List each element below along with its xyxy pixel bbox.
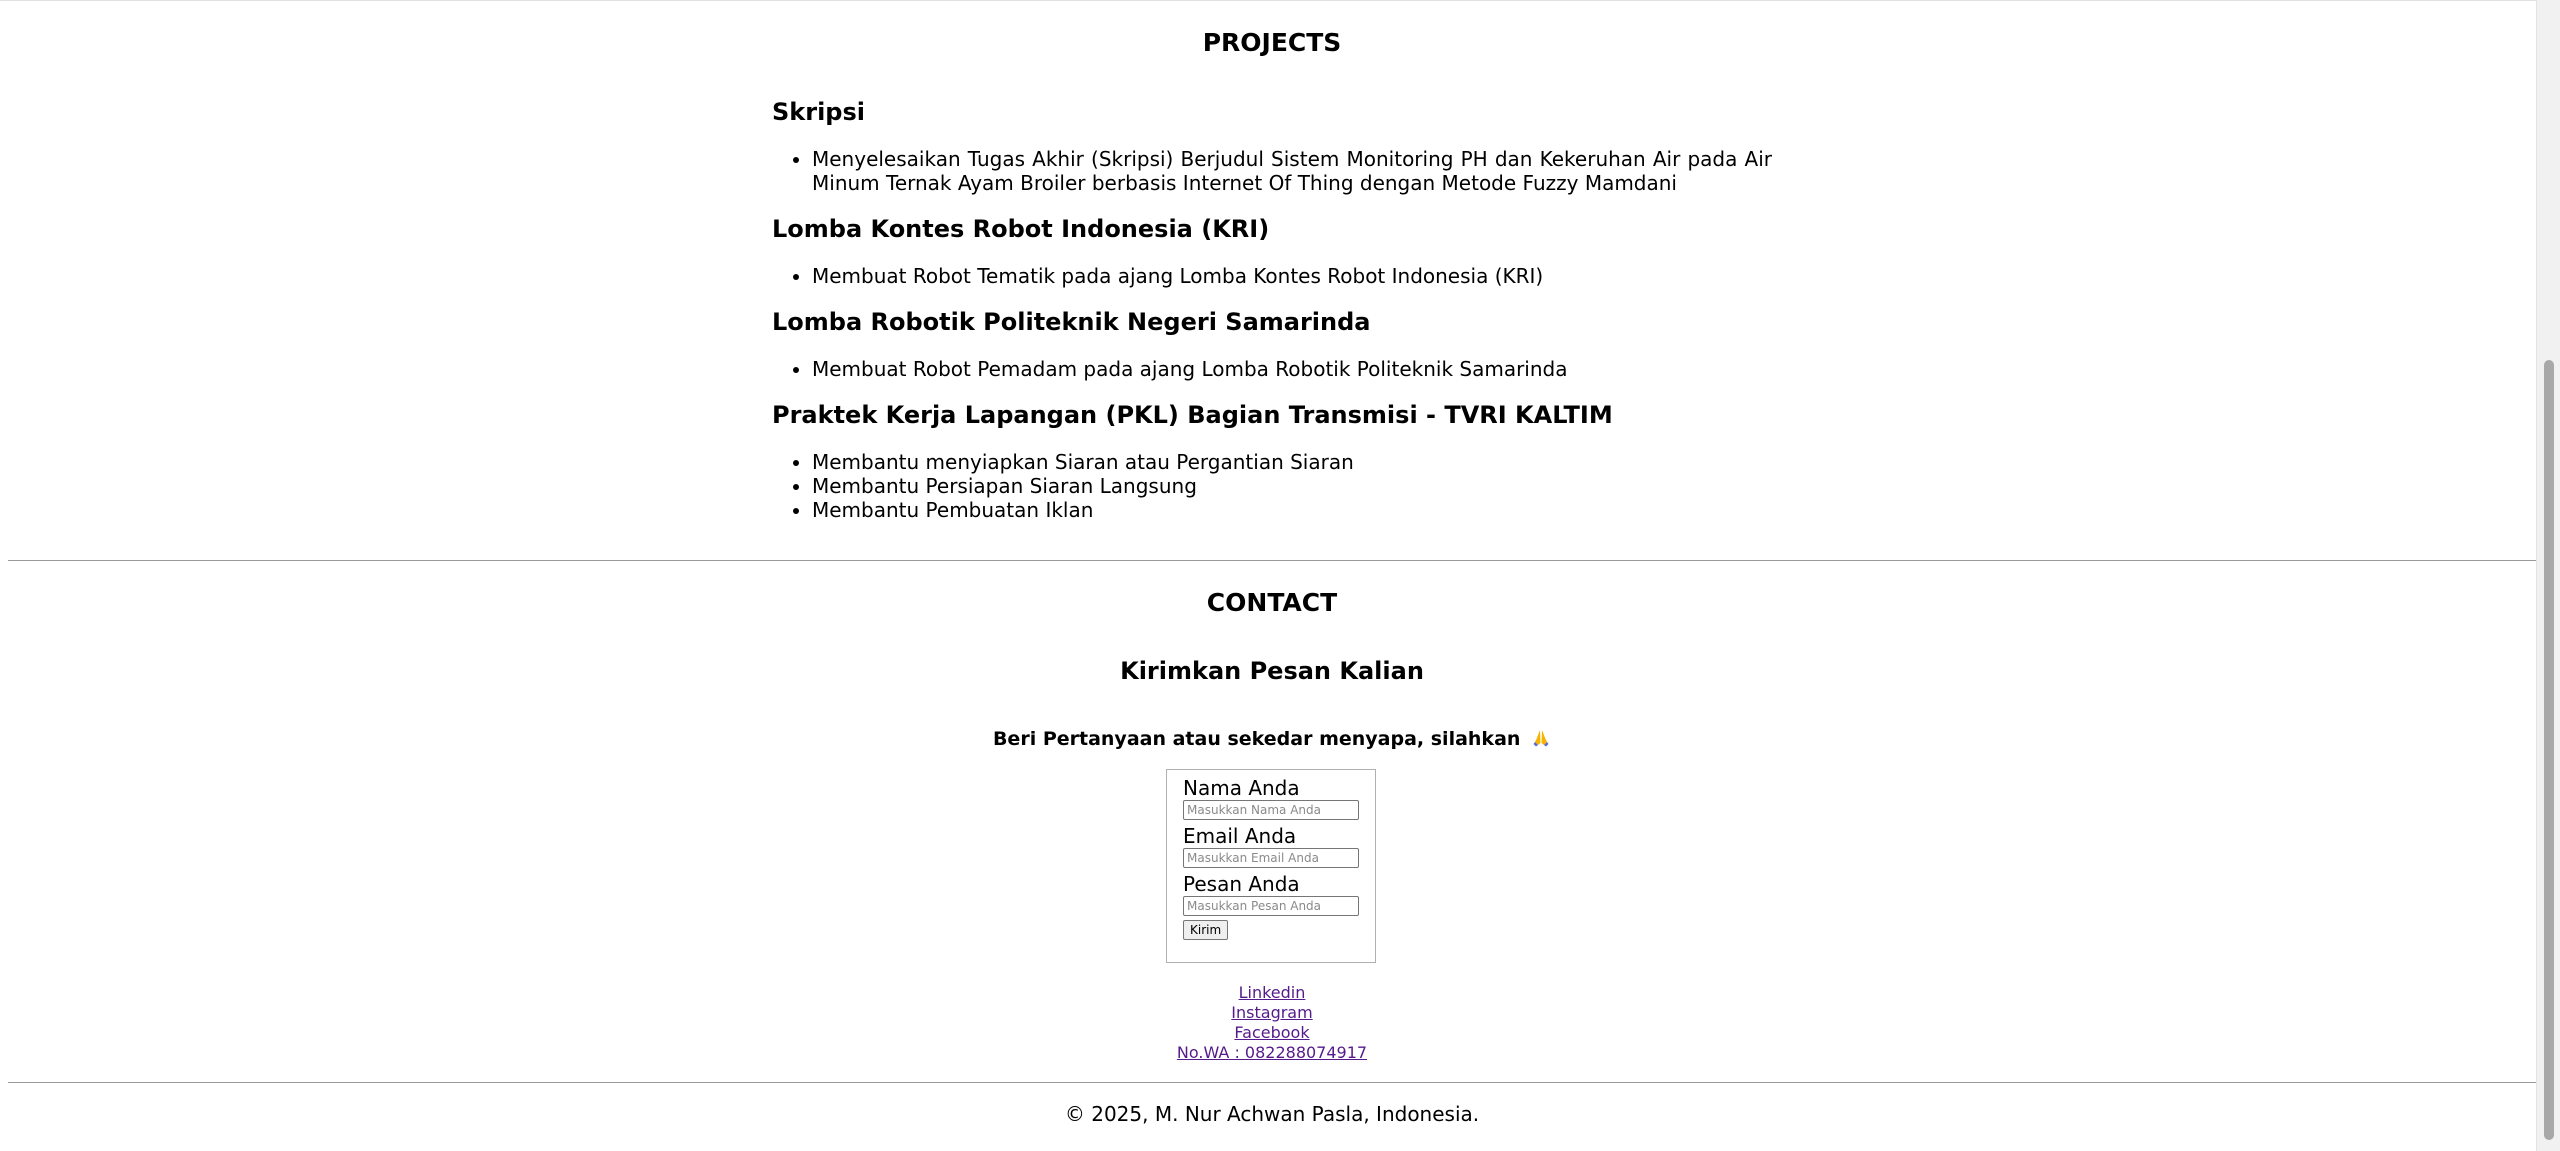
social-links: Linkedin Instagram Facebook No.WA : 0822… <box>0 983 2544 1063</box>
project-list-kri: Membuat Robot Tematik pada ajang Lomba K… <box>772 264 1772 288</box>
contact-subtitle: Kirimkan Pesan Kalian <box>1120 657 1424 685</box>
vertical-scrollbar[interactable] <box>2536 0 2560 1151</box>
list-item: Membantu menyiapkan Siaran atau Perganti… <box>812 450 1772 474</box>
email-label: Email Anda <box>1183 824 1297 848</box>
section-divider <box>8 560 2536 561</box>
list-item: Menyelesaikan Tugas Akhir (Skripsi) Berj… <box>812 147 1772 195</box>
project-title-kri: Lomba Kontes Robot Indonesia (KRI) <box>772 215 1270 243</box>
list-item: Membantu Pembuatan Iklan <box>812 498 1772 522</box>
linkedin-link[interactable]: Linkedin <box>1239 983 1306 1003</box>
scrollbar-thumb[interactable] <box>2544 360 2554 1140</box>
project-title-pkl: Praktek Kerja Lapangan (PKL) Bagian Tran… <box>772 401 1613 429</box>
top-divider <box>0 0 2536 1</box>
email-input[interactable] <box>1183 848 1359 868</box>
message-label: Pesan Anda <box>1183 872 1300 896</box>
project-list-pkl: Membantu menyiapkan Siaran atau Perganti… <box>772 450 1772 522</box>
contact-intro-text: Beri Pertanyaan atau sekedar menyapa, si… <box>992 728 1521 750</box>
project-list-skripsi: Menyelesaikan Tugas Akhir (Skripsi) Berj… <box>772 147 1772 195</box>
project-list-polnes: Membuat Robot Pemadam pada ajang Lomba R… <box>772 357 1772 381</box>
name-label: Nama Anda <box>1183 776 1300 800</box>
whatsapp-link[interactable]: No.WA : 082288074917 <box>1177 1043 1367 1063</box>
folded-hands-icon <box>1531 727 1551 752</box>
instagram-link[interactable]: Instagram <box>1231 1003 1312 1023</box>
contact-intro: Beri Pertanyaan atau sekedar menyapa, si… <box>0 727 2544 752</box>
projects-heading: PROJECTS <box>1202 28 1342 57</box>
facebook-link[interactable]: Facebook <box>1234 1023 1309 1043</box>
project-title-polnes: Lomba Robotik Politeknik Negeri Samarind… <box>772 308 1371 336</box>
project-title-skripsi: Skripsi <box>772 98 865 126</box>
list-item: Membantu Persiapan Siaran Langsung <box>812 474 1772 498</box>
contact-form: Nama Anda Email Anda Pesan Anda Kirim <box>1166 769 1376 963</box>
page: PROJECTS Skripsi Menyelesaikan Tugas Akh… <box>0 0 2536 1151</box>
name-input[interactable] <box>1183 800 1359 820</box>
footer-copyright: © 2025, M. Nur Achwan Pasla, Indonesia. <box>1064 1102 1480 1126</box>
submit-button[interactable]: Kirim <box>1183 920 1229 940</box>
footer-divider <box>8 1082 2536 1083</box>
contact-heading: CONTACT <box>1206 588 1338 617</box>
list-item: Membuat Robot Tematik pada ajang Lomba K… <box>812 264 1772 288</box>
message-input[interactable] <box>1183 896 1359 916</box>
list-item: Membuat Robot Pemadam pada ajang Lomba R… <box>812 357 1772 381</box>
